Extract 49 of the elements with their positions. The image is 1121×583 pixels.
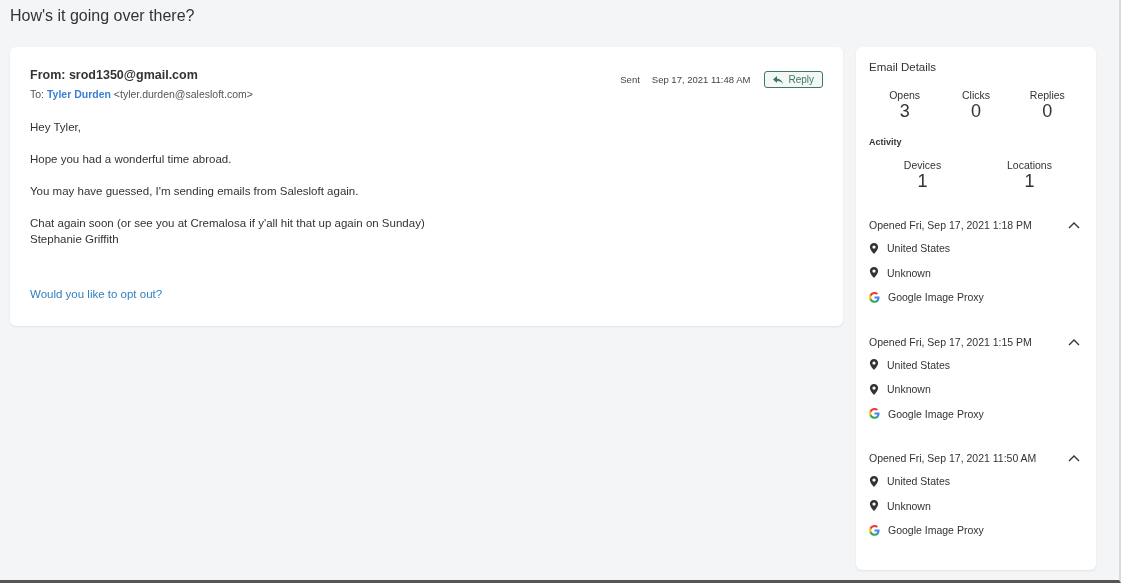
open-detail-text: United States: [887, 242, 951, 255]
open-detail-text: Unknown: [887, 383, 931, 396]
google-g-icon: [869, 291, 880, 303]
location-pin-icon: [869, 267, 879, 279]
open-detail-text: Google Image Proxy: [888, 407, 984, 420]
stat-value: 3: [899, 101, 910, 121]
stat-label: Locations: [1007, 159, 1052, 171]
activity-label: Activity: [869, 137, 903, 147]
body-text: Hope you had a wonderful time abroad.: [30, 152, 233, 167]
open-event-title: Opened Fri, Sep 17, 2021 1:15 PM: [869, 335, 1032, 348]
location-pin-icon: [869, 242, 879, 254]
stat-label: Opens: [889, 89, 921, 101]
panel-title: Email Details: [869, 61, 938, 73]
open-detail-text: Google Image Proxy: [888, 524, 984, 537]
location-pin-icon: [869, 500, 879, 512]
open-event-title: Opened Fri, Sep 17, 2021 1:18 PM: [869, 219, 1032, 231]
stat-value: 1: [1024, 171, 1035, 191]
google-g-icon: [869, 524, 880, 536]
to-line: To: Tyler Durden <tyler.durden@salesloft.com>: [30, 88, 253, 100]
body-text: Stephanie Griffith: [30, 232, 120, 247]
stat-label: Devices: [903, 159, 942, 171]
body-text: Chat again soon (or see you at Cremalosa if y'all hit that up again on Sunday): [30, 216, 426, 231]
collapse-caret-icon[interactable]: [1068, 221, 1080, 229]
reply-button[interactable]: Reply: [764, 71, 823, 88]
page-title: How's it going over there?: [9, 6, 196, 26]
stat-value: 0: [1042, 101, 1053, 121]
location-pin-icon: [869, 359, 879, 371]
body-text: Hey Tyler,: [30, 120, 82, 135]
sent-label: Sent: [620, 74, 640, 85]
opt-out-link[interactable]: Would you like to opt out?: [30, 288, 163, 300]
stat-value: 0: [971, 101, 981, 121]
open-event-title: Opened Fri, Sep 17, 2021 11:50 AM: [869, 452, 1037, 464]
open-detail-text: Unknown: [887, 499, 931, 512]
reply-arrow-icon: [773, 75, 784, 84]
location-pin-icon: [869, 475, 879, 487]
collapse-caret-icon[interactable]: [1068, 337, 1080, 346]
from-line: From: srod1350@gmail.com: [30, 68, 199, 82]
open-detail-text: United States: [887, 475, 951, 488]
sent-date: Sep 17, 2021 11:48 AM: [651, 74, 751, 85]
body-text: You may have guessed, I'm sending emails from Salesloft again.: [30, 184, 360, 199]
stat-value: 1: [917, 171, 928, 191]
open-detail-text: Google Image Proxy: [888, 291, 984, 304]
open-detail-text: Unknown: [887, 266, 931, 279]
google-g-icon: [869, 408, 880, 420]
collapse-caret-icon[interactable]: [1068, 454, 1080, 462]
open-detail-text: United States: [887, 358, 951, 371]
location-pin-icon: [869, 383, 879, 395]
stat-label: Replies: [1029, 89, 1065, 101]
stat-label: Clicks: [962, 89, 990, 101]
